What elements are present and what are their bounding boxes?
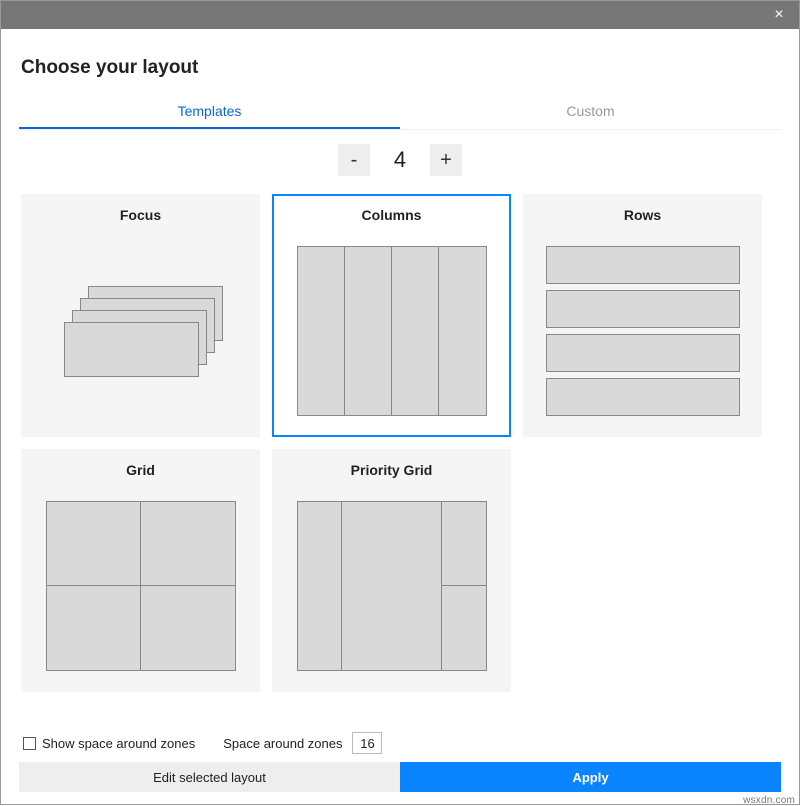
zone: [47, 502, 141, 586]
show-space-checkbox-wrap[interactable]: Show space around zones: [23, 736, 195, 751]
zone: [392, 247, 438, 415]
template-label: Rows: [624, 207, 661, 223]
tab-templates[interactable]: Templates: [19, 95, 400, 129]
template-card-columns[interactable]: Columns: [272, 194, 511, 437]
zone-count-value: 4: [382, 147, 418, 173]
zone: [546, 290, 740, 328]
template-card-rows[interactable]: Rows: [523, 194, 762, 437]
template-grid: Focus Columns: [19, 194, 781, 692]
zone: [439, 247, 485, 415]
tab-custom[interactable]: Custom: [400, 95, 781, 129]
apply-button[interactable]: Apply: [400, 762, 781, 792]
zone: [47, 586, 141, 670]
zone: [141, 502, 235, 586]
template-card-focus[interactable]: Focus: [21, 194, 260, 437]
zone: [298, 247, 344, 415]
focus-stack: [46, 246, 236, 416]
zone: [141, 586, 235, 670]
footer-options: Show space around zones Space around zon…: [19, 732, 781, 754]
space-around-label: Space around zones: [223, 736, 342, 751]
template-preview-focus: [38, 241, 243, 420]
space-around-input[interactable]: 16: [352, 732, 382, 754]
template-card-priority-grid[interactable]: Priority Grid: [272, 449, 511, 692]
template-label: Priority Grid: [351, 462, 433, 478]
zone: [546, 378, 740, 416]
close-icon: ×: [774, 6, 783, 24]
action-row: Edit selected layout Apply: [19, 762, 781, 792]
template-label: Grid: [126, 462, 155, 478]
close-button[interactable]: ×: [759, 1, 799, 29]
zone: [546, 334, 740, 372]
decrement-button[interactable]: -: [338, 144, 370, 176]
template-card-grid[interactable]: Grid: [21, 449, 260, 692]
increment-button[interactable]: +: [430, 144, 462, 176]
zone-count-stepper: - 4 +: [19, 144, 781, 176]
template-preview-priority-grid: [289, 496, 494, 675]
watermark: wsxdn.com: [743, 795, 795, 806]
space-around-field: Space around zones 16: [223, 732, 382, 754]
zone: [345, 247, 391, 415]
template-preview-grid: [38, 496, 243, 675]
dialog-window: × Choose your layout Templates Custom - …: [0, 0, 800, 805]
show-space-checkbox[interactable]: [23, 737, 36, 750]
show-space-label: Show space around zones: [42, 736, 195, 751]
zone: [342, 502, 441, 670]
zone: [442, 586, 485, 670]
zone: [64, 322, 199, 377]
titlebar: ×: [1, 1, 799, 29]
template-label: Focus: [120, 207, 161, 223]
template-preview-columns: [289, 241, 494, 420]
tab-bar: Templates Custom: [19, 95, 781, 130]
zone: [298, 502, 341, 670]
edit-layout-button[interactable]: Edit selected layout: [19, 762, 400, 792]
zone: [442, 502, 485, 586]
template-preview-rows: [540, 241, 745, 420]
zone: [546, 246, 740, 284]
content-area: Choose your layout Templates Custom - 4 …: [1, 29, 799, 692]
page-title: Choose your layout: [21, 57, 781, 79]
template-label: Columns: [362, 207, 422, 223]
